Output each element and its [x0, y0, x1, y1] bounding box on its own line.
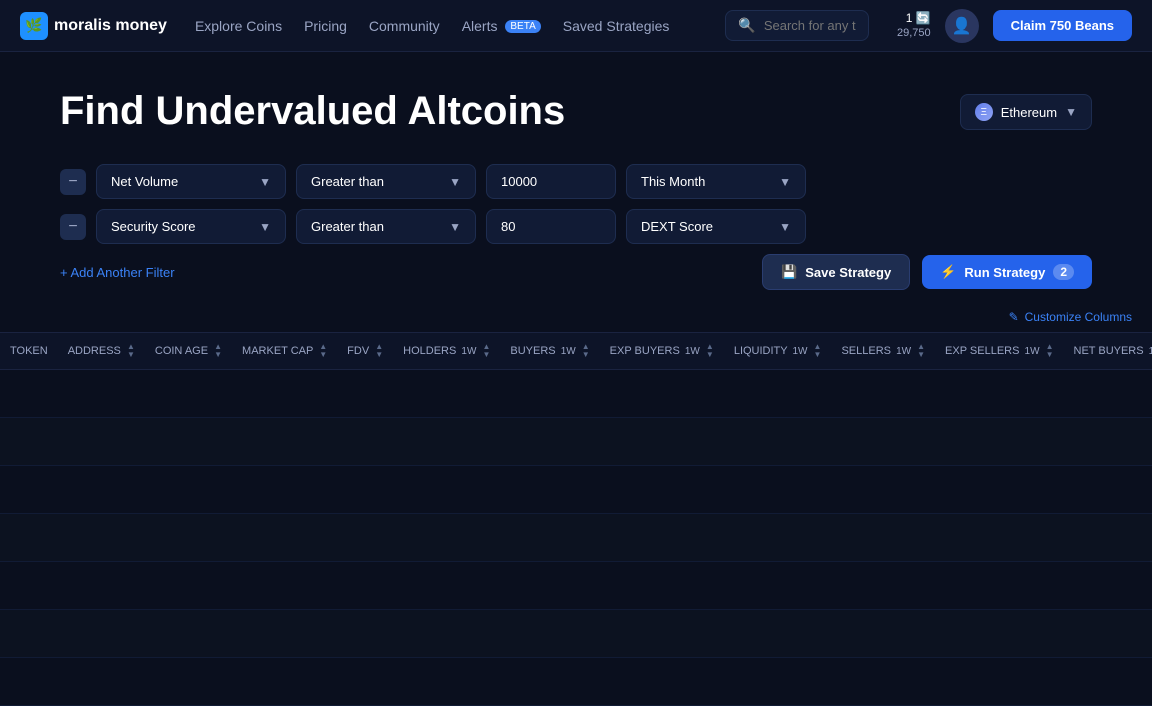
sort-arrows-liquidity: ▲▼ — [814, 343, 822, 359]
filter-field-2[interactable]: Security Score ▼ — [96, 209, 286, 244]
add-filter-button[interactable]: + Add Another Filter — [60, 259, 175, 286]
nav-link-pricing[interactable]: Pricing — [304, 18, 347, 34]
table-row — [0, 562, 1152, 610]
chevron-down-icon: ▼ — [259, 175, 271, 189]
run-icon: ⚡ — [940, 264, 956, 280]
hero-section: Find Undervalued Altcoins Ξ Ethereum ▼ — [0, 52, 1152, 154]
col-net-buyers[interactable]: NET BUYERS 1W ▲▼ — [1064, 333, 1152, 370]
nav-link-saved[interactable]: Saved Strategies — [563, 18, 670, 34]
filter-condition-1[interactable]: Greater than ▼ — [296, 164, 476, 199]
table-row — [0, 658, 1152, 706]
chevron-down-icon: ▼ — [259, 220, 271, 234]
col-address[interactable]: ADDRESS ▲▼ — [58, 333, 145, 370]
remove-filter-1-button[interactable]: − — [60, 169, 86, 195]
customize-row: ✎ Customize Columns — [0, 310, 1152, 332]
nav-links: Explore Coins Pricing Community Alerts B… — [195, 18, 669, 34]
chevron-down-icon: ▼ — [449, 175, 461, 189]
results-table: TOKEN ADDRESS ▲▼ COIN AGE ▲▼ MARKET CAP … — [0, 333, 1152, 706]
save-icon: 💾 — [781, 264, 797, 280]
col-exp-buyers[interactable]: EXP BUYERS 1W ▲▼ — [600, 333, 724, 370]
filter-condition-2[interactable]: Greater than ▼ — [296, 209, 476, 244]
sort-arrows-exp-sellers: ▲▼ — [1046, 343, 1054, 359]
col-buyers[interactable]: BUYERS 1W ▲▼ — [500, 333, 599, 370]
table-row — [0, 514, 1152, 562]
filter-time-1[interactable]: This Month ▼ — [626, 164, 806, 199]
col-market-cap[interactable]: MARKET CAP ▲▼ — [232, 333, 337, 370]
chevron-down-icon: ▼ — [779, 175, 791, 189]
chevron-down-icon: ▼ — [779, 220, 791, 234]
filter-time-2[interactable]: DEXT Score ▼ — [626, 209, 806, 244]
data-table: TOKEN ADDRESS ▲▼ COIN AGE ▲▼ MARKET CAP … — [0, 332, 1152, 706]
nav-link-explore[interactable]: Explore Coins — [195, 18, 282, 34]
col-token[interactable]: TOKEN — [0, 333, 58, 370]
col-sellers[interactable]: SELLERS 1W ▲▼ — [831, 333, 935, 370]
logo[interactable]: 🌿 moralis money — [20, 12, 167, 40]
sort-arrows-coin-age: ▲▼ — [214, 343, 222, 359]
alerts-badge: BETA — [505, 20, 540, 33]
search-icon: 🔍 — [738, 17, 755, 34]
nav-link-alerts[interactable]: Alerts BETA — [462, 18, 541, 34]
beans-points: 29,750 — [897, 26, 931, 40]
sort-arrows-address: ▲▼ — [127, 343, 135, 359]
table-row — [0, 610, 1152, 658]
table-header: TOKEN ADDRESS ▲▼ COIN AGE ▲▼ MARKET CAP … — [0, 333, 1152, 370]
beans-count: 1 🔄 — [906, 11, 931, 27]
logo-text: moralis money — [54, 17, 167, 35]
add-filter-label: + Add Another Filter — [60, 265, 175, 280]
filter-value-2[interactable] — [486, 209, 616, 244]
filters-section: − Net Volume ▼ Greater than ▼ This Month… — [0, 154, 1152, 310]
chevron-down-icon: ▼ — [449, 220, 461, 234]
avatar[interactable]: 👤 — [945, 9, 979, 43]
sort-arrows-market-cap: ▲▼ — [319, 343, 327, 359]
nav-link-community[interactable]: Community — [369, 18, 440, 34]
customize-columns-button[interactable]: ✎ Customize Columns — [1009, 310, 1132, 324]
sort-arrows-exp-buyers: ▲▼ — [706, 343, 714, 359]
customize-icon: ✎ — [1009, 310, 1019, 324]
sort-arrows-fdv: ▲▼ — [375, 343, 383, 359]
filter-row-1: − Net Volume ▼ Greater than ▼ This Month… — [60, 164, 1092, 199]
filter-value-1[interactable] — [486, 164, 616, 199]
col-fdv[interactable]: FDV ▲▼ — [337, 333, 393, 370]
nav-right: 1 🔄 29,750 👤 Claim 750 Beans — [897, 9, 1132, 43]
col-liquidity[interactable]: LIQUIDITY 1W ▲▼ — [724, 333, 832, 370]
eth-icon: Ξ — [975, 103, 993, 121]
claim-button[interactable]: Claim 750 Beans — [993, 10, 1132, 41]
search-bar[interactable]: 🔍 — [725, 10, 869, 41]
filter-field-1[interactable]: Net Volume ▼ — [96, 164, 286, 199]
table-row — [0, 466, 1152, 514]
search-input[interactable] — [764, 18, 856, 33]
page-title: Find Undervalued Altcoins — [60, 88, 565, 134]
filter-row-2: − Security Score ▼ Greater than ▼ DEXT S… — [60, 209, 1092, 244]
run-strategy-count: 2 — [1053, 264, 1074, 280]
col-exp-sellers[interactable]: EXP SELLERS 1W ▲▼ — [935, 333, 1063, 370]
nav-beans: 1 🔄 29,750 — [897, 11, 931, 41]
chevron-down-icon: ▼ — [1065, 105, 1077, 119]
sort-arrows-sellers: ▲▼ — [917, 343, 925, 359]
run-strategy-button[interactable]: ⚡ Run Strategy 2 — [922, 255, 1092, 289]
customize-label: Customize Columns — [1025, 310, 1132, 324]
save-strategy-button[interactable]: 💾 Save Strategy — [762, 254, 910, 290]
remove-filter-2-button[interactable]: − — [60, 214, 86, 240]
chain-label: Ethereum — [1001, 105, 1057, 120]
col-coin-age[interactable]: COIN AGE ▲▼ — [145, 333, 232, 370]
logo-icon: 🌿 — [20, 12, 48, 40]
chain-selector[interactable]: Ξ Ethereum ▼ — [960, 94, 1092, 130]
navbar: 🌿 moralis money Explore Coins Pricing Co… — [0, 0, 1152, 52]
col-holders[interactable]: HOLDERS 1W ▲▼ — [393, 333, 500, 370]
table-row — [0, 418, 1152, 466]
sort-arrows-buyers: ▲▼ — [582, 343, 590, 359]
table-row — [0, 370, 1152, 418]
sort-arrows-holders: ▲▼ — [482, 343, 490, 359]
